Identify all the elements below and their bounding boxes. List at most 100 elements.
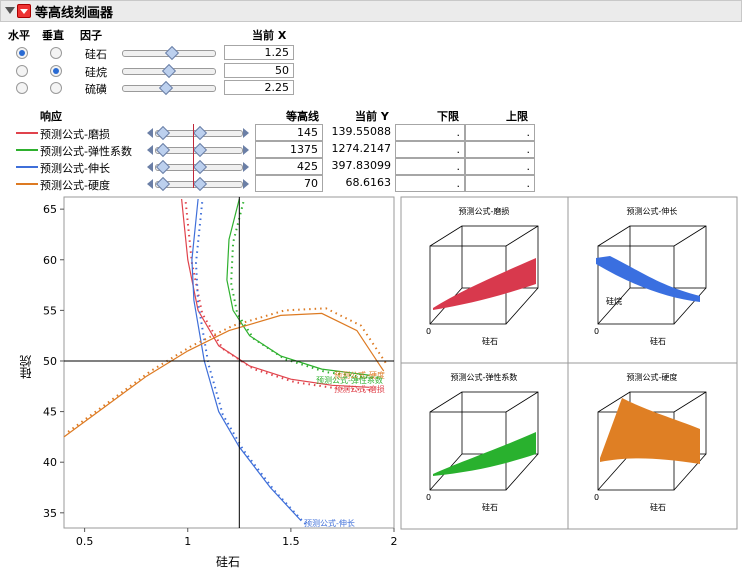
y-tick-label: 55 xyxy=(43,304,57,317)
y-tick-label: 45 xyxy=(43,406,57,419)
slider-right-arrow-icon[interactable] xyxy=(243,128,249,138)
collapse-triangle-icon[interactable] xyxy=(5,7,15,14)
lower-thumb-icon[interactable] xyxy=(155,142,171,158)
col-upper-header: 上限 xyxy=(506,110,528,123)
legend-line xyxy=(16,166,38,168)
current-y-value: 397.83099 xyxy=(331,159,392,172)
x-tick-label: 0.5 xyxy=(76,535,94,548)
contour-input[interactable]: 425 xyxy=(255,158,323,175)
red-menu-icon[interactable] xyxy=(17,4,31,18)
factor-name-sulfur: 硫磺 xyxy=(85,83,107,96)
factor-name-silica: 硅石 xyxy=(85,48,107,61)
horizontal-radio-silane[interactable] xyxy=(16,65,28,77)
current-x-input-sulfur[interactable]: 2.25 xyxy=(224,80,294,95)
slider-right-arrow-icon[interactable] xyxy=(243,162,249,172)
curve-label: 预测公式-弹性系数 xyxy=(316,375,383,385)
y-tick-label: 40 xyxy=(43,456,57,469)
col-vertical-header: 垂直 xyxy=(42,29,64,42)
slider-thumb-silica[interactable] xyxy=(164,45,180,61)
contour-input[interactable]: 1375 xyxy=(255,141,323,158)
y-tick-label: 50 xyxy=(43,355,57,368)
current-x-input-silane[interactable]: 50 xyxy=(224,63,294,78)
col-horizontal-header: 水平 xyxy=(8,29,30,42)
slider-left-arrow-icon[interactable] xyxy=(147,128,153,138)
y-axis-label-vertical: 硅烷 xyxy=(19,355,33,379)
lower-thumb-icon[interactable] xyxy=(155,176,171,192)
vertical-radio-silica[interactable] xyxy=(50,47,62,59)
upper-limit-input[interactable]: . xyxy=(465,158,535,175)
surface-title: 预测公式-磨损 xyxy=(459,206,510,216)
x-tick-label: 1.5 xyxy=(282,535,300,548)
horizontal-radio-sulfur[interactable] xyxy=(16,82,28,94)
lower-thumb-icon[interactable] xyxy=(155,159,171,175)
vertical-radio-silane[interactable] xyxy=(50,65,62,77)
vertical-radio-sulfur[interactable] xyxy=(50,82,62,94)
current-contour-marker xyxy=(193,124,194,188)
panel-title: 等高线刻画器 xyxy=(35,6,114,21)
slider-left-arrow-icon[interactable] xyxy=(147,162,153,172)
col-factor-header: 因子 xyxy=(80,29,102,42)
col-lower-header: 下限 xyxy=(437,110,459,123)
surface-y-label: 硅烷 xyxy=(606,296,622,306)
upper-limit-input[interactable]: . xyxy=(465,175,535,192)
col-current-x-header: 当前 X xyxy=(252,29,287,42)
legend-line xyxy=(16,183,38,185)
surface-zero-label: 0 xyxy=(594,327,599,336)
upper-thumb-icon[interactable] xyxy=(192,142,208,158)
current-y-value: 68.6163 xyxy=(345,176,392,189)
col-current-y-header: 当前 Y xyxy=(355,110,389,123)
current-y-value: 139.55088 xyxy=(331,125,392,138)
surface-plots-panel[interactable]: 预测公式-磨损0硅石预测公式-伸长0硅石硅烷预测公式-弹性系数0硅石预测公式-硬… xyxy=(400,196,738,530)
x-axis-ticks: 0.5 1 1.5 2 xyxy=(76,528,398,548)
lower-thumb-icon[interactable] xyxy=(155,125,171,141)
y-tick-label: 60 xyxy=(43,254,57,267)
y-tick-label: 65 xyxy=(43,203,57,216)
lower-limit-input[interactable]: . xyxy=(395,175,465,192)
horizontal-radio-silica[interactable] xyxy=(16,47,28,59)
surface-title: 预测公式-伸长 xyxy=(627,206,678,216)
surface-x-label: 硅石 xyxy=(650,502,666,512)
current-x-input-silica[interactable]: 1.25 xyxy=(224,45,294,60)
surface-x-label: 硅石 xyxy=(650,336,666,346)
surface-x-label: 硅石 xyxy=(482,336,498,346)
lower-limit-input[interactable]: . xyxy=(395,158,465,175)
lower-limit-input[interactable]: . xyxy=(395,124,465,141)
slider-right-arrow-icon[interactable] xyxy=(243,179,249,189)
response-name: 预测公式-磨损 xyxy=(40,128,110,141)
legend-line xyxy=(16,132,38,134)
lower-limit-input[interactable]: . xyxy=(395,141,465,158)
upper-thumb-icon[interactable] xyxy=(192,176,208,192)
slider-thumb-silane[interactable] xyxy=(161,63,177,79)
slider-thumb-sulfur[interactable] xyxy=(158,80,174,96)
upper-thumb-icon[interactable] xyxy=(192,125,208,141)
surface-x-label: 硅石 xyxy=(482,502,498,512)
upper-limit-input[interactable]: . xyxy=(465,124,535,141)
current-y-value: 1274.2147 xyxy=(331,142,392,155)
x-axis-label: 硅石 xyxy=(216,555,240,569)
upper-thumb-icon[interactable] xyxy=(192,159,208,175)
response-name: 预测公式-伸长 xyxy=(40,162,110,175)
slider-left-arrow-icon[interactable] xyxy=(147,145,153,155)
y-axis-ticks: 35 40 45 50 55 60 65 xyxy=(43,203,64,520)
legend-line xyxy=(16,149,38,151)
surface-zero-label: 0 xyxy=(594,493,599,502)
x-tick-label: 2 xyxy=(391,535,398,548)
contour-input[interactable]: 70 xyxy=(255,175,323,192)
slider-left-arrow-icon[interactable] xyxy=(147,179,153,189)
y-tick-label: 35 xyxy=(43,507,57,520)
curve-label: 预测公式-磨损 xyxy=(334,384,385,394)
slider-right-arrow-icon[interactable] xyxy=(243,145,249,155)
surface-title: 预测公式-硬度 xyxy=(627,372,678,382)
surface-zero-label: 0 xyxy=(426,327,431,336)
contour-plot[interactable]: 35404550556065 0.5 1 1.5 2 预测公式-硬度预测公式-弹性系数… xyxy=(0,196,398,574)
response-name: 预测公式-硬度 xyxy=(40,179,110,192)
surface-zero-label: 0 xyxy=(426,493,431,502)
contour-input[interactable]: 145 xyxy=(255,124,323,141)
response-name: 预测公式-弹性系数 xyxy=(40,145,132,158)
col-contour-header: 等高线 xyxy=(286,110,319,123)
surface-title: 预测公式-弹性系数 xyxy=(451,372,518,382)
x-tick-label: 1 xyxy=(184,535,191,548)
col-response-header: 响应 xyxy=(40,110,62,123)
upper-limit-input[interactable]: . xyxy=(465,141,535,158)
contour-profiler-header[interactable]: 等高线刻画器 xyxy=(0,0,742,22)
